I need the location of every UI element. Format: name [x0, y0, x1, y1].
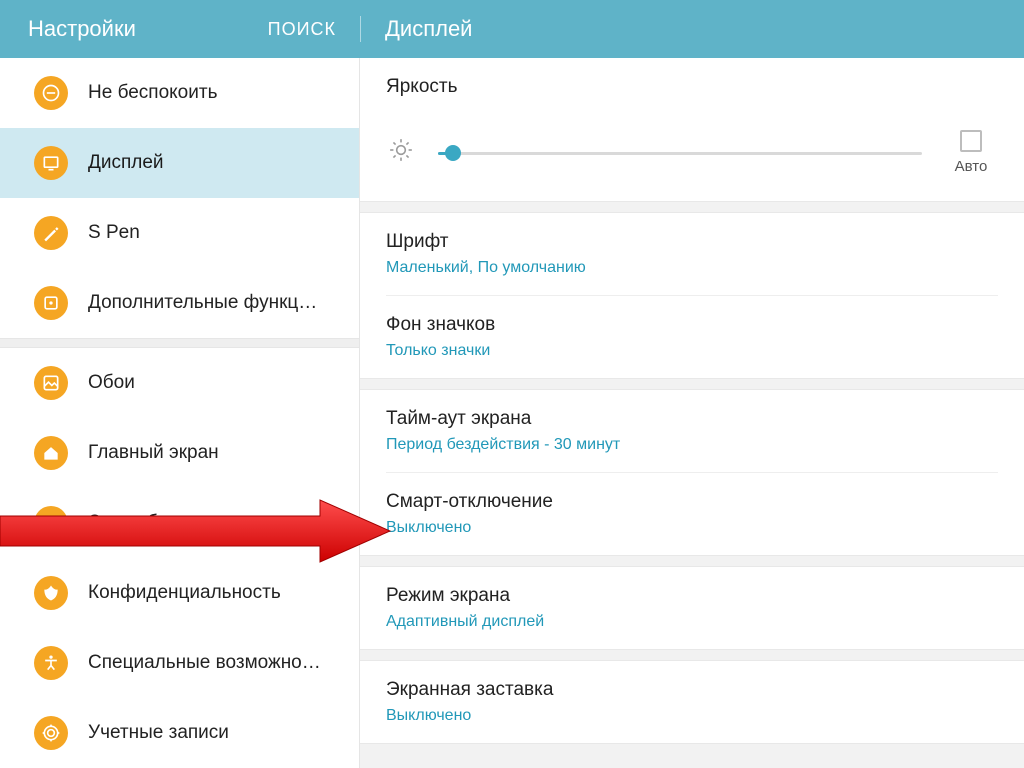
sidebar-item-accessibility[interactable]: Специальные возможно…: [0, 628, 359, 698]
screenmode-card: Режим экрана Адаптивный дисплей: [360, 566, 1024, 650]
app-title: Настройки: [28, 16, 136, 42]
sidebar-separator: [0, 338, 359, 348]
wallpaper-icon: [34, 366, 68, 400]
accounts-icon: [34, 716, 68, 750]
privacy-icon: [34, 576, 68, 610]
screenmode-sub: Адаптивный дисплей: [386, 613, 998, 631]
brightness-slider[interactable]: [438, 143, 922, 163]
brightness-title: Яркость: [386, 76, 998, 98]
smartstay-row[interactable]: Смарт-отключение Выключено: [360, 473, 1024, 555]
sidebar-item-wallpaper[interactable]: Обои: [0, 348, 359, 418]
accessibility-icon: [34, 646, 68, 680]
sidebar-item-label: S Pen: [88, 222, 140, 244]
iconbg-row[interactable]: Фон значков Только значки: [360, 296, 1024, 378]
auto-label: Авто: [955, 158, 988, 175]
app-root: Настройки ПОИСК Дисплей Не беспокоить: [0, 0, 1024, 768]
sidebar-item-label: Обои: [88, 372, 135, 394]
auto-brightness-toggle[interactable]: Авто: [944, 130, 998, 175]
header-left: Настройки ПОИСК: [0, 16, 360, 42]
screensaver-title: Экранная заставка: [386, 679, 998, 701]
smartstay-sub: Выключено: [386, 519, 998, 537]
page-title: Дисплей: [385, 16, 472, 42]
header-bar: Настройки ПОИСК Дисплей: [0, 0, 1024, 58]
brightness-sun-icon: [386, 137, 416, 168]
screensaver-card: Экранная заставка Выключено: [360, 660, 1024, 744]
dnd-icon: [34, 76, 68, 110]
sidebar-item-homescreen[interactable]: Главный экран: [0, 418, 359, 488]
sidebar-item-label: Специальные возможно…: [88, 652, 321, 674]
sidebar-item-label: Не беспокоить: [88, 82, 217, 104]
sidebar-item-label: Дисплей: [88, 152, 164, 174]
sidebar-item-spen[interactable]: S Pen: [0, 198, 359, 268]
sidebar-item-advanced[interactable]: Дополнительные функц…: [0, 268, 359, 338]
screensaver-sub: Выключено: [386, 707, 998, 725]
screenmode-title: Режим экрана: [386, 585, 998, 607]
brightness-card: Яркость Авто: [360, 58, 1024, 202]
content-panel: Яркость Авто: [360, 58, 1024, 768]
font-sub: Маленький, По умолчанию: [386, 259, 998, 277]
sidebar: Не беспокоить Дисплей S Pen: [0, 58, 360, 768]
timeout-row[interactable]: Тайм-аут экрана Период бездействия - 30 …: [360, 390, 1024, 472]
sidebar-item-label: Экран блокировки и защ…: [88, 512, 323, 534]
sidebar-item-label: Главный экран: [88, 442, 219, 464]
sidebar-item-display[interactable]: Дисплей: [0, 128, 359, 198]
timeout-smart-card: Тайм-аут экрана Период бездействия - 30 …: [360, 389, 1024, 556]
pen-icon: [34, 216, 68, 250]
timeout-title: Тайм-аут экрана: [386, 408, 998, 430]
sidebar-item-lockscreen[interactable]: Экран блокировки и защ…: [0, 488, 359, 558]
home-icon: [34, 436, 68, 470]
timeout-sub: Период бездействия - 30 минут: [386, 436, 998, 454]
sidebar-item-label: Конфиденциальность: [88, 582, 281, 604]
sidebar-item-label: Учетные записи: [88, 722, 229, 744]
iconbg-sub: Только значки: [386, 342, 998, 360]
screensaver-row[interactable]: Экранная заставка Выключено: [360, 661, 1024, 743]
font-title: Шрифт: [386, 231, 998, 253]
sidebar-item-label: Дополнительные функц…: [88, 292, 317, 314]
sidebar-item-privacy[interactable]: Конфиденциальность: [0, 558, 359, 628]
screenmode-row[interactable]: Режим экрана Адаптивный дисплей: [360, 567, 1024, 649]
iconbg-title: Фон значков: [386, 314, 998, 336]
font-row[interactable]: Шрифт Маленький, По умолчанию: [360, 213, 1024, 295]
display-icon: [34, 146, 68, 180]
sidebar-item-dnd[interactable]: Не беспокоить: [0, 58, 359, 128]
advanced-icon: [34, 286, 68, 320]
body: Не беспокоить Дисплей S Pen: [0, 58, 1024, 768]
header-right: Дисплей: [361, 16, 1024, 42]
smartstay-title: Смарт-отключение: [386, 491, 998, 513]
checkbox-icon: [960, 130, 982, 152]
search-button[interactable]: ПОИСК: [268, 19, 336, 40]
sidebar-item-accounts[interactable]: Учетные записи: [0, 698, 359, 768]
font-iconbg-card: Шрифт Маленький, По умолчанию Фон значко…: [360, 212, 1024, 379]
lock-icon: [34, 506, 68, 540]
